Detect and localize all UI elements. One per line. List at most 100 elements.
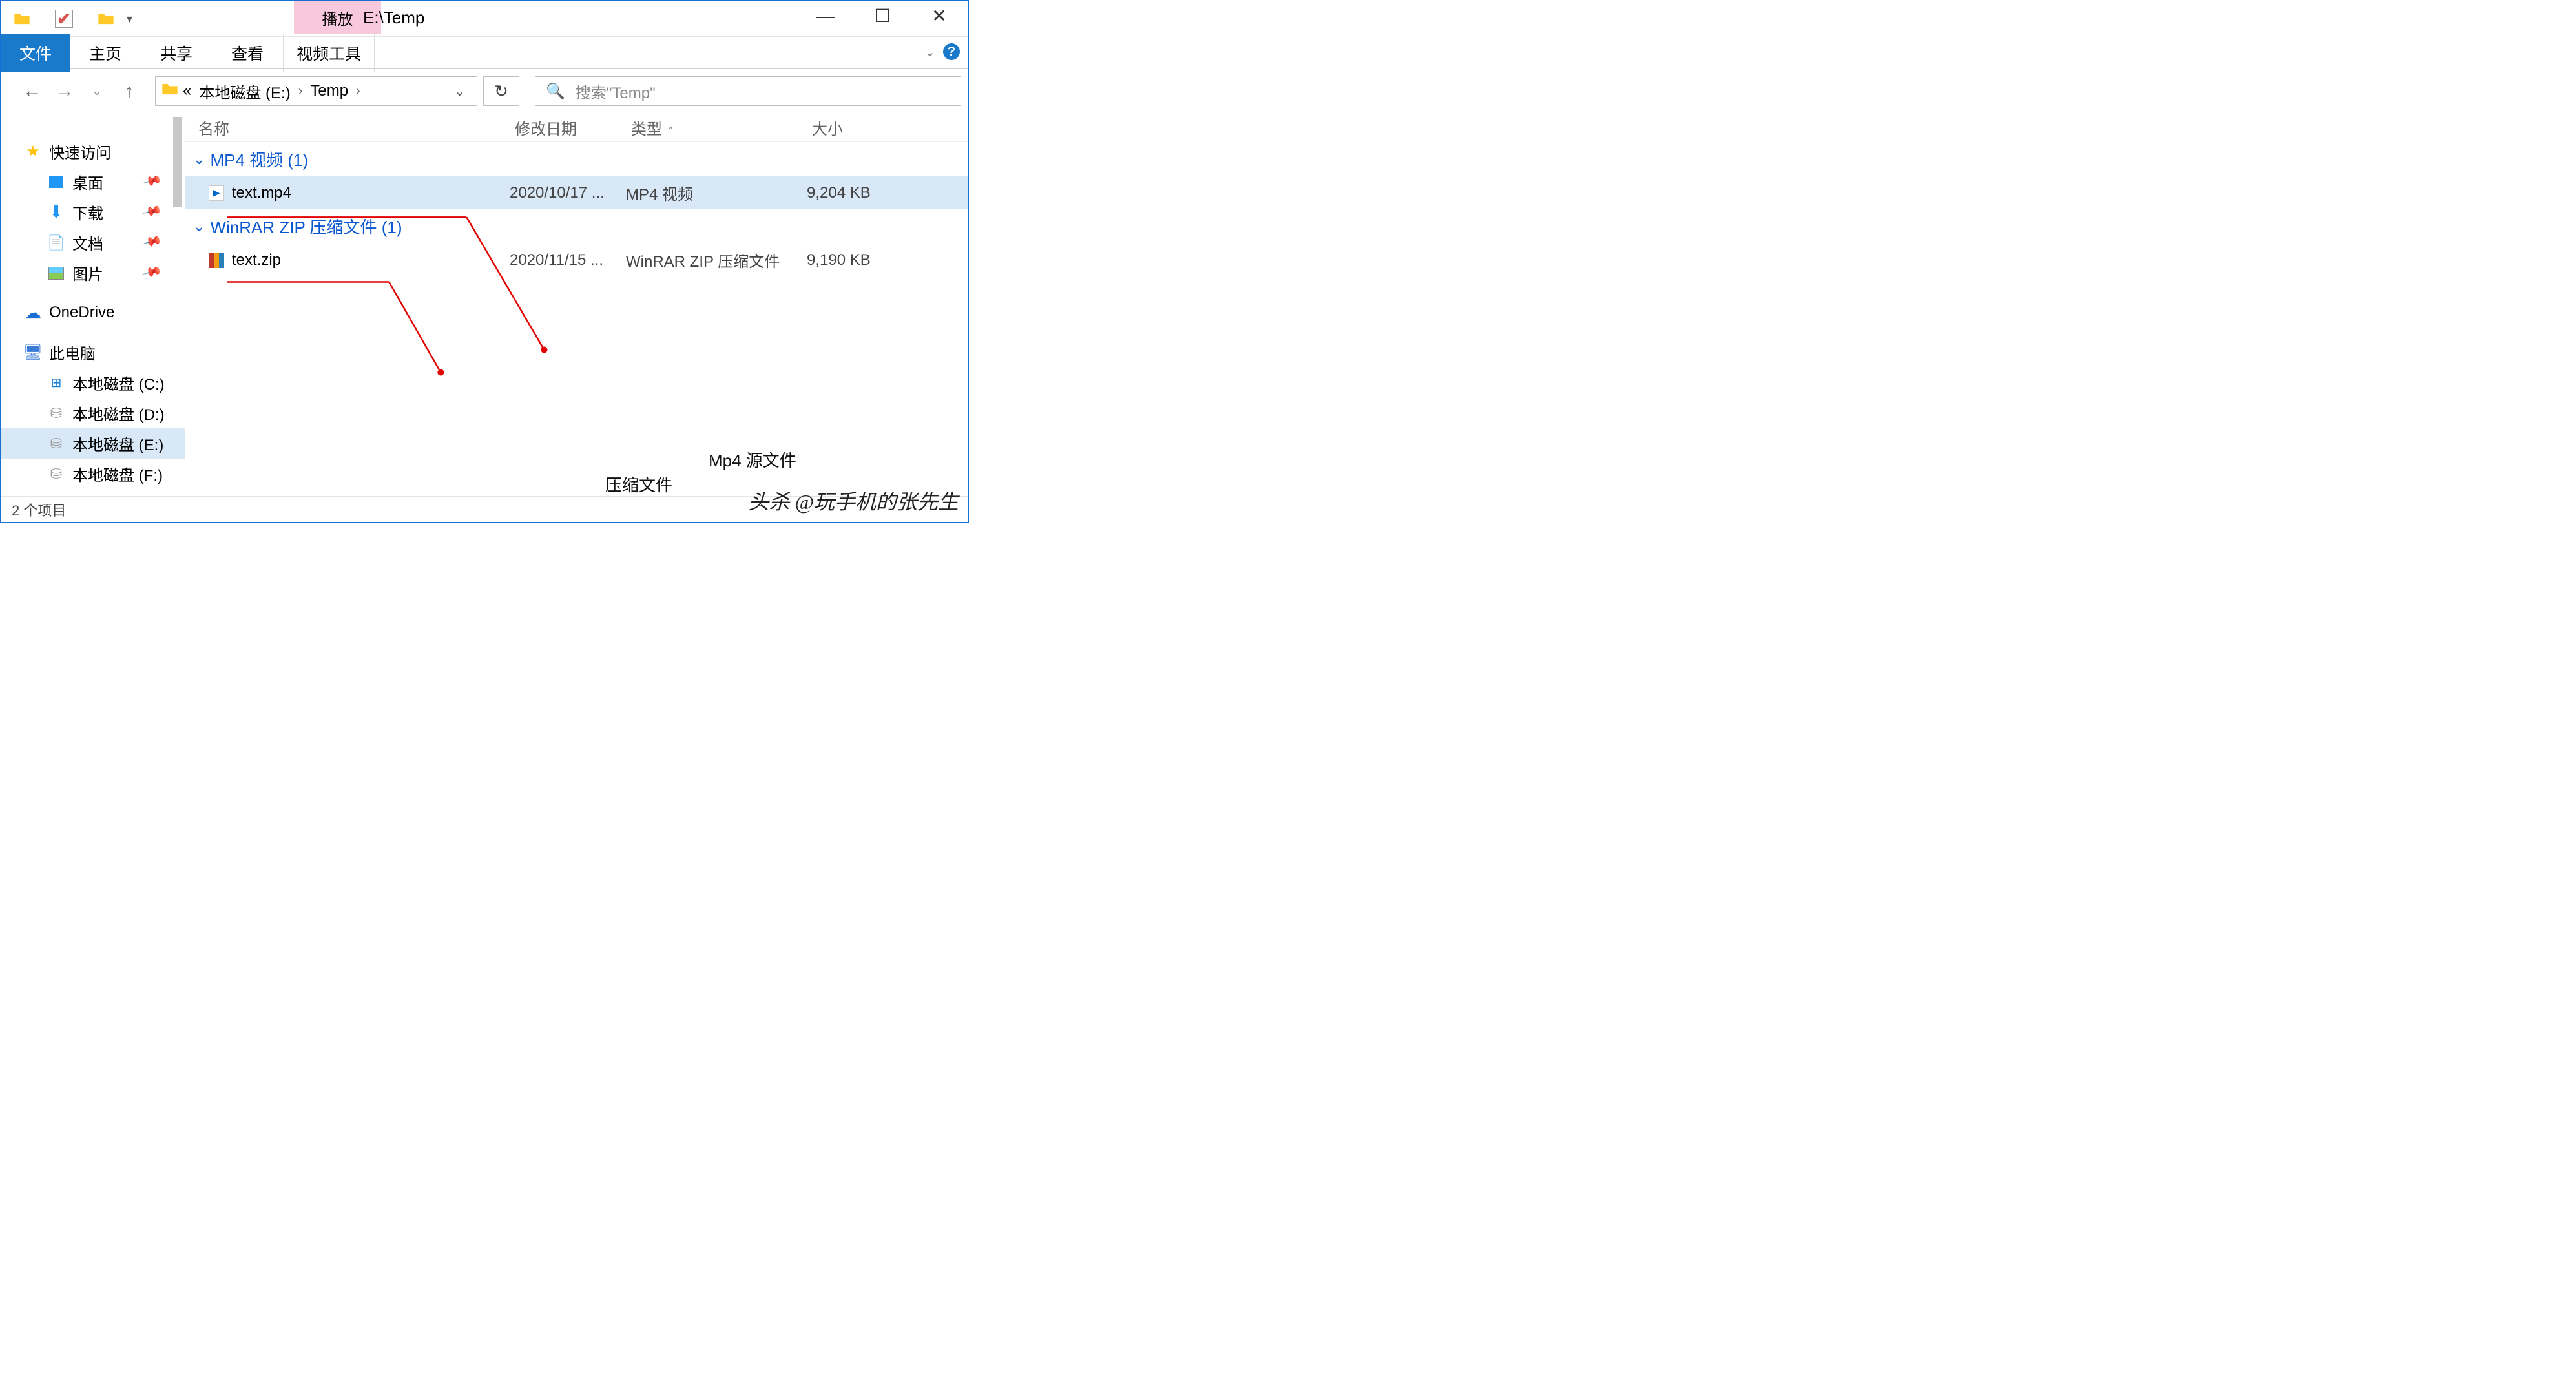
addr-expand-icon[interactable]: ⌄ — [448, 83, 472, 99]
window-controls: — ☐ ✕ — [797, 1, 968, 30]
addr-folder-icon — [161, 80, 178, 103]
zip-file-icon — [209, 253, 224, 268]
group-header-zip[interactable]: ⌄ WinRAR ZIP 压缩文件 (1) — [185, 209, 968, 244]
tab-share[interactable]: 共享 — [141, 34, 212, 72]
label: 此电脑 — [49, 341, 96, 364]
disk-icon: ⛁ — [48, 435, 65, 452]
sidebar-disk-c[interactable]: ⊞ 本地磁盘 (C:) — [1, 368, 185, 398]
sidebar-desktop[interactable]: 桌面 📌 — [1, 167, 185, 197]
pc-icon: 🖥 — [25, 344, 41, 361]
main-area: ★ 快速访问 桌面 📌 ⬇ 下载 📌 📄 文档 📌 图片 📌 ☁ OneDriv… — [1, 113, 968, 496]
pin-icon: 📌 — [141, 231, 163, 253]
annotation-source: Mp4 源文件 — [709, 448, 796, 472]
crumb-0[interactable]: 本地磁盘 (E:) — [196, 80, 293, 103]
label: 本地磁盘 (D:) — [72, 402, 165, 424]
label: 本地磁盘 (C:) — [72, 371, 165, 394]
crumb-1[interactable]: Temp — [307, 82, 351, 100]
app-folder-icon — [13, 10, 31, 28]
navigation-pane: ★ 快速访问 桌面 📌 ⬇ 下载 📌 📄 文档 📌 图片 📌 ☁ OneDriv… — [1, 113, 185, 496]
help-icon[interactable]: ? — [943, 43, 960, 60]
label: 本地磁盘 (E:) — [72, 432, 163, 455]
maximize-button[interactable]: ☐ — [854, 1, 911, 30]
address-bar[interactable]: « 本地磁盘 (E:) › Temp › ⌄ — [155, 76, 477, 106]
minimize-button[interactable]: — — [797, 1, 854, 30]
file-name-cell: text.zip — [209, 251, 510, 269]
qat-dropdown-icon[interactable]: ▾ — [127, 12, 132, 26]
close-button[interactable]: ✕ — [911, 1, 968, 30]
star-icon: ★ — [25, 143, 41, 160]
disk-icon: ⛁ — [48, 466, 65, 483]
label: WinRAR ZIP 压缩文件 (1) — [210, 214, 402, 238]
pin-icon: 📌 — [141, 200, 163, 222]
file-list-pane: 名称 修改日期 类型 ⌃ 大小 ⌄ MP4 视频 (1) ▶ text.mp4 … — [185, 113, 968, 496]
label: 下载 — [72, 201, 103, 223]
sidebar-quick-access[interactable]: ★ 快速访问 — [1, 136, 185, 167]
col-size[interactable]: 大小 — [812, 116, 941, 139]
sidebar-thispc[interactable]: 🖥 此电脑 — [1, 337, 185, 368]
tab-view[interactable]: 查看 — [212, 34, 283, 72]
window-title: E:\Temp — [363, 8, 424, 28]
quick-access-toolbar: ✔ ▾ — [1, 1, 139, 36]
pictures-icon — [48, 265, 65, 282]
sidebar-disk-f[interactable]: ⛁ 本地磁盘 (F:) — [1, 459, 185, 489]
forward-button[interactable]: → — [52, 80, 78, 102]
ribbon-tabs: 文件 主页 共享 查看 视频工具 ⌄ ? — [1, 37, 968, 69]
chevron-down-icon: ⌄ — [193, 218, 205, 235]
sidebar-pictures[interactable]: 图片 📌 — [1, 258, 185, 288]
back-button[interactable]: ← — [19, 80, 45, 102]
new-folder-icon[interactable] — [97, 10, 115, 28]
search-placeholder: 搜索"Temp" — [576, 80, 656, 103]
ribbon-right: ⌄ ? — [924, 43, 960, 60]
sidebar-onedrive[interactable]: ☁ OneDrive — [1, 300, 185, 326]
col-type[interactable]: 类型 ⌃ — [631, 116, 812, 139]
crumb-sep-icon[interactable]: › — [296, 84, 306, 99]
search-input[interactable]: 🔍 搜索"Temp" — [535, 76, 961, 106]
status-item-count: 2 个项目 — [12, 499, 66, 520]
history-dropdown[interactable]: ⌄ — [84, 85, 110, 98]
up-button[interactable]: ↑ — [116, 81, 142, 101]
disk-icon: ⊞ — [48, 375, 65, 391]
tab-video-tools[interactable]: 视频工具 — [283, 34, 375, 72]
tab-home[interactable]: 主页 — [70, 34, 141, 72]
titlebar: ✔ ▾ 播放 E:\Temp — ☐ ✕ — [1, 1, 968, 37]
file-date: 2020/11/15 ... — [510, 251, 626, 269]
collapse-ribbon-icon[interactable]: ⌄ — [924, 44, 935, 60]
mp4-file-icon: ▶ — [209, 185, 224, 201]
properties-icon[interactable]: ✔ — [55, 10, 73, 28]
cloud-icon: ☁ — [25, 304, 41, 321]
file-name: text.mp4 — [232, 184, 291, 202]
crumb-sep-icon[interactable]: › — [353, 84, 363, 99]
refresh-button[interactable]: ↻ — [483, 76, 519, 106]
sidebar-documents[interactable]: 📄 文档 📌 — [1, 227, 185, 258]
label: OneDrive — [49, 304, 114, 322]
documents-icon: 📄 — [48, 234, 65, 251]
col-name[interactable]: 名称 — [198, 116, 515, 139]
file-row-zip[interactable]: text.zip 2020/11/15 ... WinRAR ZIP 压缩文件 … — [185, 244, 968, 276]
sort-asc-icon: ⌃ — [667, 126, 675, 137]
column-headers: 名称 修改日期 类型 ⌃ 大小 — [185, 113, 968, 142]
navigation-bar: ← → ⌄ ↑ « 本地磁盘 (E:) › Temp › ⌄ ↻ 🔍 搜索"Te… — [1, 69, 968, 113]
label: 类型 — [631, 121, 662, 138]
file-date: 2020/10/17 ... — [510, 184, 626, 202]
sidebar-disk-e[interactable]: ⛁ 本地磁盘 (E:) — [1, 428, 185, 459]
label: 快速访问 — [49, 140, 111, 163]
group-header-mp4[interactable]: ⌄ MP4 视频 (1) — [185, 142, 968, 176]
file-type: WinRAR ZIP 压缩文件 — [626, 249, 807, 271]
label: 本地磁盘 (F:) — [72, 462, 163, 485]
file-name-cell: ▶ text.mp4 — [209, 184, 510, 202]
sidebar-disk-d[interactable]: ⛁ 本地磁盘 (D:) — [1, 398, 185, 428]
search-icon: 🔍 — [546, 82, 565, 101]
file-name: text.zip — [232, 251, 281, 269]
file-row-mp4[interactable]: ▶ text.mp4 2020/10/17 ... MP4 视频 9,204 K… — [185, 176, 968, 209]
label: 图片 — [72, 262, 103, 284]
col-date[interactable]: 修改日期 — [515, 116, 631, 139]
label: MP4 视频 (1) — [210, 147, 308, 171]
crumb-prefix: « — [180, 82, 194, 100]
chevron-down-icon: ⌄ — [193, 151, 205, 168]
disk-icon: ⛁ — [48, 405, 65, 422]
sidebar-downloads[interactable]: ⬇ 下载 📌 — [1, 197, 185, 227]
label: 桌面 — [72, 171, 103, 193]
file-size: 9,204 KB — [807, 184, 936, 202]
file-tab[interactable]: 文件 — [1, 34, 70, 72]
file-type: MP4 视频 — [626, 182, 807, 204]
